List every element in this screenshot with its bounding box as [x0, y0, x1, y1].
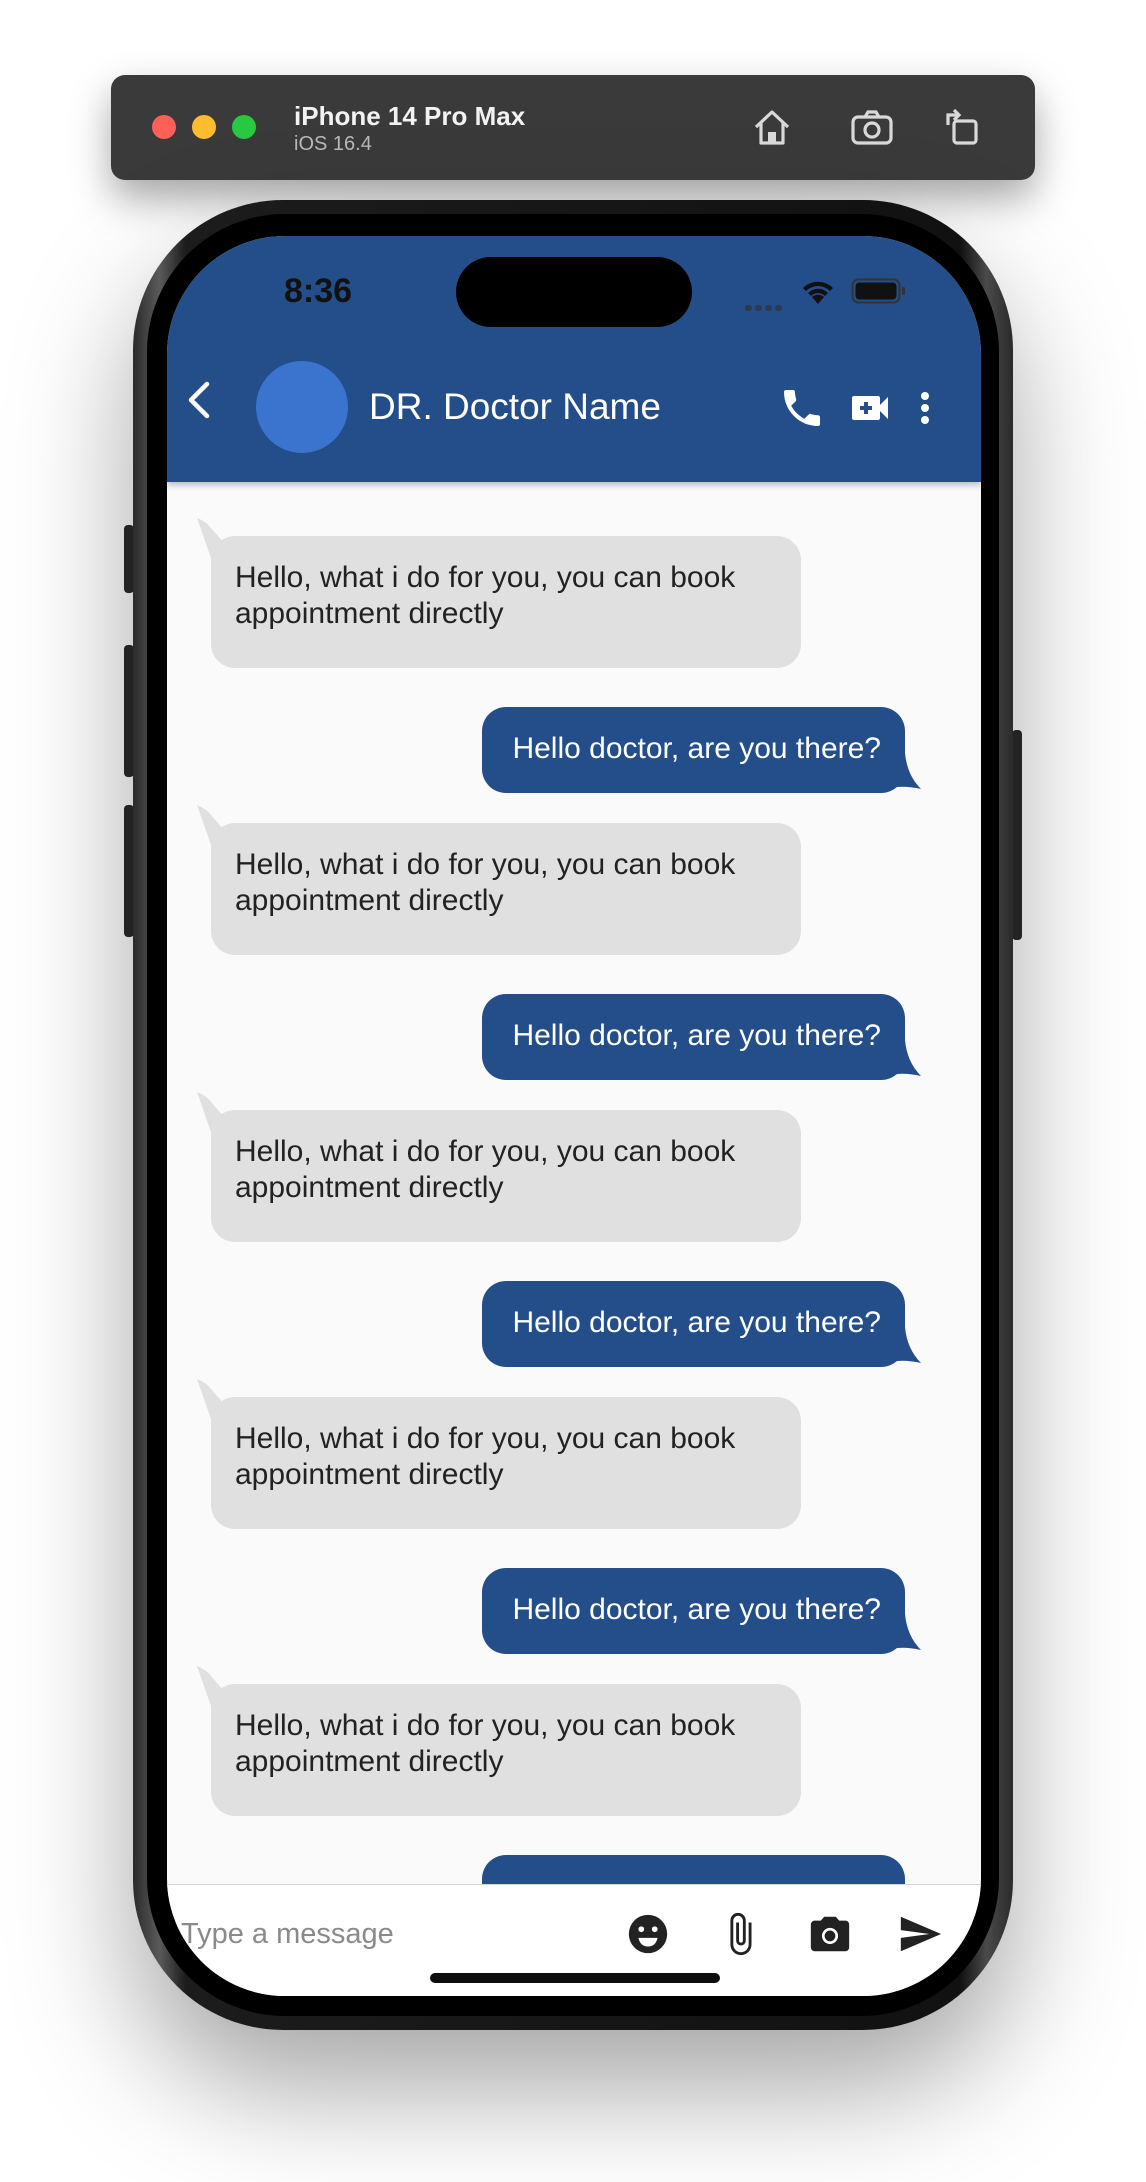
- rotate-icon[interactable]: [938, 103, 986, 151]
- phone-icon[interactable]: [778, 384, 826, 432]
- close-window-button[interactable]: [152, 115, 176, 139]
- outgoing-bubble-tail: [875, 753, 921, 793]
- device-name: iPhone 14 Pro Max: [294, 101, 526, 131]
- os-version: iOS 16.4: [294, 133, 372, 155]
- more-vert-icon[interactable]: [905, 384, 945, 432]
- home-indicator[interactable]: [430, 1973, 720, 1983]
- outgoing-message: Hello doctor, are you there?: [482, 994, 905, 1080]
- cellular-signal-icon: [745, 298, 789, 311]
- camera-icon[interactable]: [807, 1911, 853, 1957]
- incoming-message: Hello, what i do for you, you can book a…: [211, 1397, 801, 1529]
- power-button: [1012, 730, 1022, 940]
- video-call-icon[interactable]: [846, 384, 894, 432]
- message-list[interactable]: Hello, what i do for you, you can book a…: [167, 482, 981, 1884]
- incoming-message: Hello, what i do for you, you can book a…: [211, 823, 801, 955]
- message-input[interactable]: [181, 1911, 601, 1957]
- incoming-message: Hello, what i do for you, you can book a…: [211, 1684, 801, 1816]
- wifi-icon: [803, 281, 833, 304]
- outgoing-message: Hello doctor, are you there?: [482, 1855, 905, 1884]
- incoming-message: Hello, what i do for you, you can book a…: [211, 536, 801, 668]
- phone-screen: 8:36 DR. Doctor Name Hello, what i do fo…: [167, 236, 981, 1996]
- battery-icon: [851, 278, 905, 304]
- back-icon[interactable]: [179, 374, 219, 426]
- emoji-icon[interactable]: [625, 1911, 671, 1957]
- status-time: 8:36: [284, 272, 353, 310]
- send-icon[interactable]: [897, 1911, 943, 1957]
- outgoing-bubble-tail: [875, 1040, 921, 1080]
- attach-icon[interactable]: [717, 1911, 763, 1957]
- outgoing-message: Hello doctor, are you there?: [482, 1568, 905, 1654]
- avatar[interactable]: [256, 361, 348, 453]
- chat-header: 8:36 DR. Doctor Name: [167, 236, 981, 482]
- outgoing-bubble-tail: [875, 1614, 921, 1654]
- home-icon[interactable]: [748, 103, 796, 151]
- incoming-message: Hello, what i do for you, you can book a…: [211, 1110, 801, 1242]
- simulator-title-bar: iPhone 14 Pro Max iOS 16.4: [111, 75, 1035, 180]
- dynamic-island: [456, 257, 692, 327]
- outgoing-message: Hello doctor, are you there?: [482, 707, 905, 793]
- outgoing-bubble-tail: [875, 1327, 921, 1367]
- contact-name[interactable]: DR. Doctor Name: [369, 386, 661, 428]
- screenshot-icon[interactable]: [848, 103, 896, 151]
- minimize-window-button[interactable]: [192, 115, 216, 139]
- outgoing-message: Hello doctor, are you there?: [482, 1281, 905, 1367]
- zoom-window-button[interactable]: [232, 115, 256, 139]
